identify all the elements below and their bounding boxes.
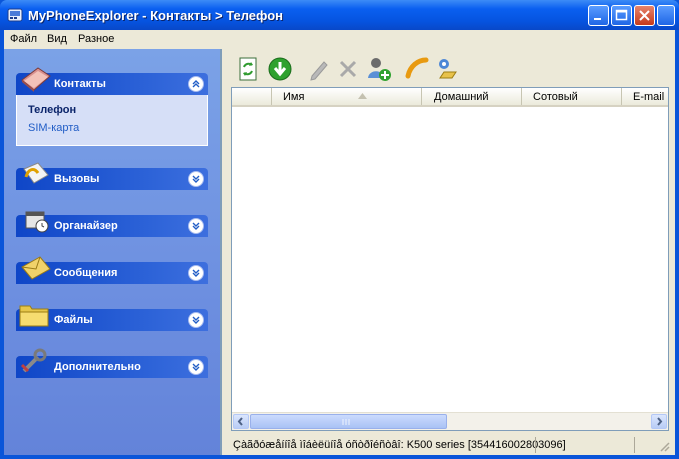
- close-icon: [639, 10, 650, 21]
- horizontal-scrollbar[interactable]: [232, 412, 668, 430]
- app-window: MyPhoneExplorer - Контакты > Телефон Фай…: [0, 0, 679, 459]
- arrow-left-icon: [237, 417, 243, 426]
- app-logo-icon: [7, 8, 23, 22]
- sidebar: Контакты Телефон SIM-карта Вызовы Органа…: [4, 49, 220, 455]
- close-button[interactable]: [634, 5, 655, 26]
- column-header-email[interactable]: E-mail: [622, 88, 668, 105]
- calls-icon: [23, 162, 49, 184]
- minimize-icon: [594, 18, 601, 20]
- sidebar-item-sim-card[interactable]: SIM-карта: [28, 122, 79, 134]
- add-contact-icon[interactable]: [366, 56, 392, 82]
- call-phone-icon[interactable]: [404, 56, 430, 82]
- expand-chevron-icon[interactable]: [188, 359, 204, 375]
- sidebar-item-phone[interactable]: Телефон: [28, 104, 76, 116]
- resize-grip-icon[interactable]: [658, 440, 670, 452]
- expand-chevron-icon[interactable]: [188, 171, 204, 187]
- files-folder-icon: [19, 305, 49, 327]
- expand-chevron-icon[interactable]: [188, 218, 204, 234]
- column-header-home[interactable]: Домашний: [422, 88, 522, 105]
- maximize-button[interactable]: [611, 5, 632, 26]
- download-icon[interactable]: [267, 56, 293, 82]
- group-header-messages[interactable]: Сообщения: [16, 256, 208, 284]
- group-label-files: Файлы: [54, 314, 93, 326]
- column-header-mobile[interactable]: Сотовый: [522, 88, 622, 105]
- refresh-icon[interactable]: [236, 56, 262, 82]
- menu-view[interactable]: Вид: [47, 33, 67, 45]
- minimize-button[interactable]: [588, 5, 609, 26]
- scroll-thumb[interactable]: [250, 414, 447, 429]
- menu-bar: Файл Вид Разное: [4, 30, 675, 49]
- status-separator: [634, 437, 635, 453]
- group-header-contacts[interactable]: Контакты: [16, 67, 208, 95]
- organizer-icon: [25, 211, 49, 233]
- group-header-organizer[interactable]: Органайзер: [16, 211, 208, 237]
- group-header-calls[interactable]: Вызовы: [16, 162, 208, 190]
- scroll-left-button[interactable]: [233, 414, 249, 429]
- expand-chevron-icon[interactable]: [188, 265, 204, 281]
- group-label-calls: Вызовы: [54, 173, 100, 185]
- resize-side-button[interactable]: [657, 5, 675, 26]
- tools-wrench-icon: [20, 348, 47, 373]
- delete-x-icon[interactable]: [335, 56, 361, 82]
- main-panel: Имя Домашний Сотовый E-mail Çàãðóæåííîå …: [220, 49, 675, 455]
- contacts-list[interactable]: Имя Домашний Сотовый E-mail: [231, 87, 669, 431]
- expand-chevron-icon[interactable]: [188, 312, 204, 328]
- menu-misc[interactable]: Разное: [78, 33, 114, 45]
- group-label-contacts: Контакты: [54, 78, 106, 90]
- group-label-additional: Дополнительно: [54, 361, 141, 373]
- sort-ascending-icon: [358, 93, 367, 99]
- arrow-right-icon: [657, 417, 663, 426]
- window-title: MyPhoneExplorer - Контакты > Телефон: [28, 8, 284, 23]
- scroll-right-button[interactable]: [651, 414, 667, 429]
- group-label-messages: Сообщения: [54, 267, 118, 279]
- list-header: Имя Домашний Сотовый E-mail: [232, 88, 668, 107]
- messages-envelope-icon: [21, 256, 51, 280]
- contacts-book-icon: [21, 67, 51, 92]
- group-label-organizer: Органайзер: [54, 220, 118, 232]
- grip-icon: [342, 419, 350, 425]
- toolbar: [226, 51, 666, 87]
- edit-pencil-icon[interactable]: [306, 56, 332, 82]
- column-header-icon[interactable]: [232, 88, 272, 105]
- title-bar[interactable]: MyPhoneExplorer - Контакты > Телефон: [0, 0, 679, 30]
- contacts-panel: Телефон SIM-карта: [16, 95, 208, 146]
- status-bar: Çàãðóæåííîå ìîáèëüíîå óñòðîéñòâî: K500 s…: [222, 435, 675, 455]
- collapse-chevron-icon[interactable]: [188, 76, 204, 92]
- client-area: Контакты Телефон SIM-карта Вызовы Органа…: [4, 49, 675, 455]
- menu-file[interactable]: Файл: [10, 33, 37, 45]
- column-header-name[interactable]: Имя: [272, 88, 422, 105]
- group-header-additional[interactable]: Дополнительно: [16, 348, 208, 378]
- contact-group-icon[interactable]: [434, 56, 460, 82]
- maximize-icon: [615, 9, 628, 21]
- status-text: Çàãðóæåííîå ìîáèëüíîå óñòðîéñòâî: K500 s…: [233, 439, 566, 451]
- group-header-files[interactable]: Файлы: [16, 305, 208, 331]
- status-separator: [535, 437, 536, 453]
